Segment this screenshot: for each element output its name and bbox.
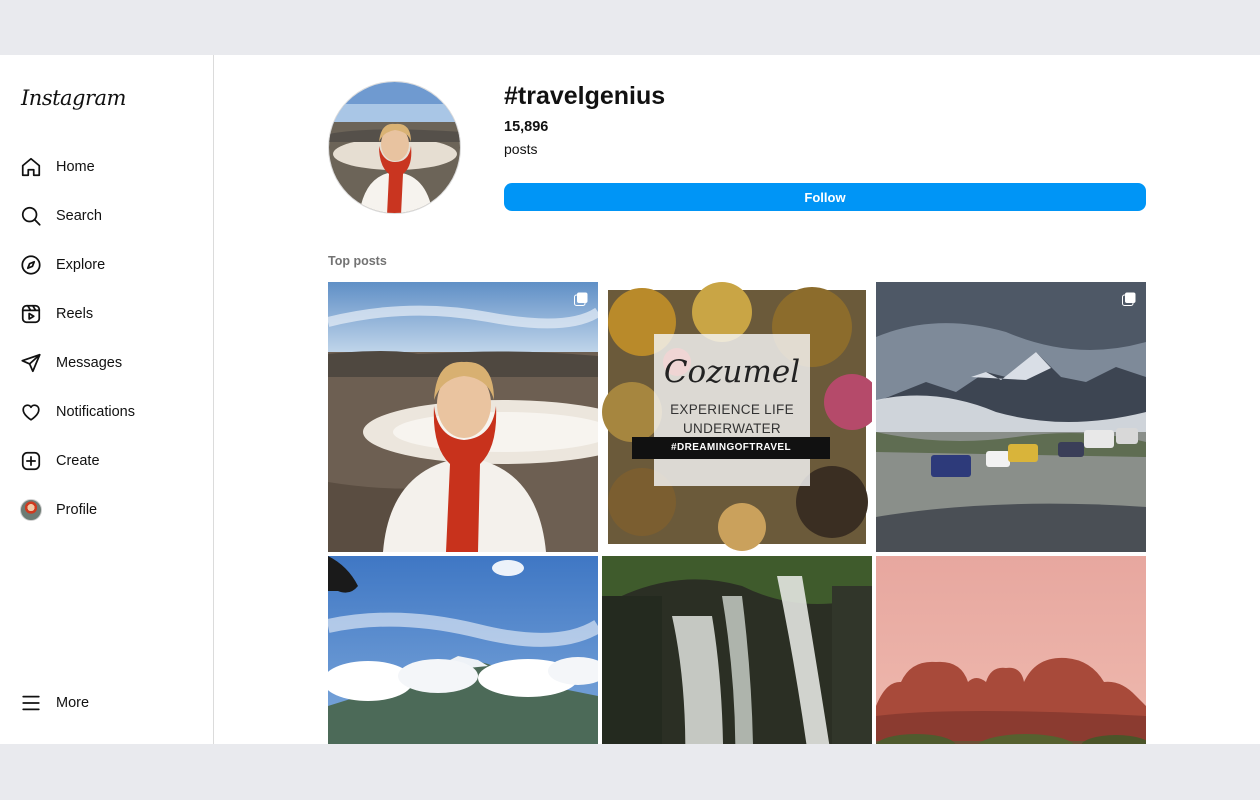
promo-subtitle-line-2: UNDERWATER [682,421,781,436]
hamburger-menu-icon [20,692,42,714]
post-count: 15,896 [504,119,549,135]
post-count-label: posts [504,141,538,157]
post-image-red-rock-domes [876,556,1146,744]
sidebar-item-label: More [56,695,90,711]
post-tile-6[interactable] [876,556,1146,744]
post-image-snowy-mountain-town [328,556,598,744]
follow-button[interactable]: Follow [504,183,1146,211]
sidebar-item-label: Messages [56,355,123,371]
sidebar-item-label: Reels [56,306,94,322]
post-image-waterfall [602,556,872,744]
hashtag-cover-photo [328,81,461,214]
sidebar-item-reels[interactable]: Reels [20,299,93,329]
sidebar-item-label: Explore [56,257,106,273]
post-image-crater-portrait [328,282,598,552]
hashtag-title: #travelgenius [504,82,666,110]
promo-panel: Cozumel EXPERIENCE LIFE UNDERWATER [654,334,810,486]
sidebar-item-search[interactable]: Search [20,201,102,231]
sidebar-item-label: Notifications [56,404,135,420]
post-tile-3[interactable] [876,282,1146,552]
instagram-app: Instagram Home Search Explore Reels Mess… [0,55,1260,744]
sidebar: Instagram Home Search Explore Reels Mess… [0,55,214,744]
plus-square-icon [20,450,42,472]
sidebar-item-notifications[interactable]: Notifications [20,397,135,427]
sidebar-item-label: Search [56,208,102,224]
carousel-icon [574,292,588,306]
sidebar-item-messages[interactable]: Messages [20,348,122,378]
sidebar-item-label: Home [56,159,95,175]
paper-plane-icon [20,352,42,374]
avatar [20,499,42,521]
promo-hashtag-banner: #DREAMINGOFTRAVEL [632,437,830,459]
heart-icon [20,401,42,423]
sidebar-item-explore[interactable]: Explore [20,250,105,280]
sidebar-item-create[interactable]: Create [20,446,100,476]
top-posts-heading: Top posts [328,254,387,268]
post-tile-5[interactable] [602,556,872,744]
reels-icon [20,303,42,325]
carousel-icon [1122,292,1136,306]
search-icon [20,205,42,227]
post-tile-4[interactable] [328,556,598,744]
sidebar-item-profile[interactable]: Profile [20,495,97,525]
post-tile-1[interactable] [328,282,598,552]
promo-subtitle: EXPERIENCE LIFE UNDERWATER [654,400,810,438]
sidebar-item-more[interactable]: More [20,688,89,718]
post-tile-2[interactable]: Cozumel EXPERIENCE LIFE UNDERWATER #DREA… [602,282,872,552]
sidebar-item-home[interactable]: Home [20,152,95,182]
home-icon [20,156,42,178]
promo-subtitle-line-1: EXPERIENCE LIFE [670,402,794,417]
compass-icon [20,254,42,276]
instagram-logo[interactable]: Instagram [21,86,126,110]
sidebar-item-label: Create [56,453,100,469]
post-image-mountain-campers [876,282,1146,552]
promo-title: Cozumel [663,354,801,390]
sidebar-item-label: Profile [56,502,98,518]
